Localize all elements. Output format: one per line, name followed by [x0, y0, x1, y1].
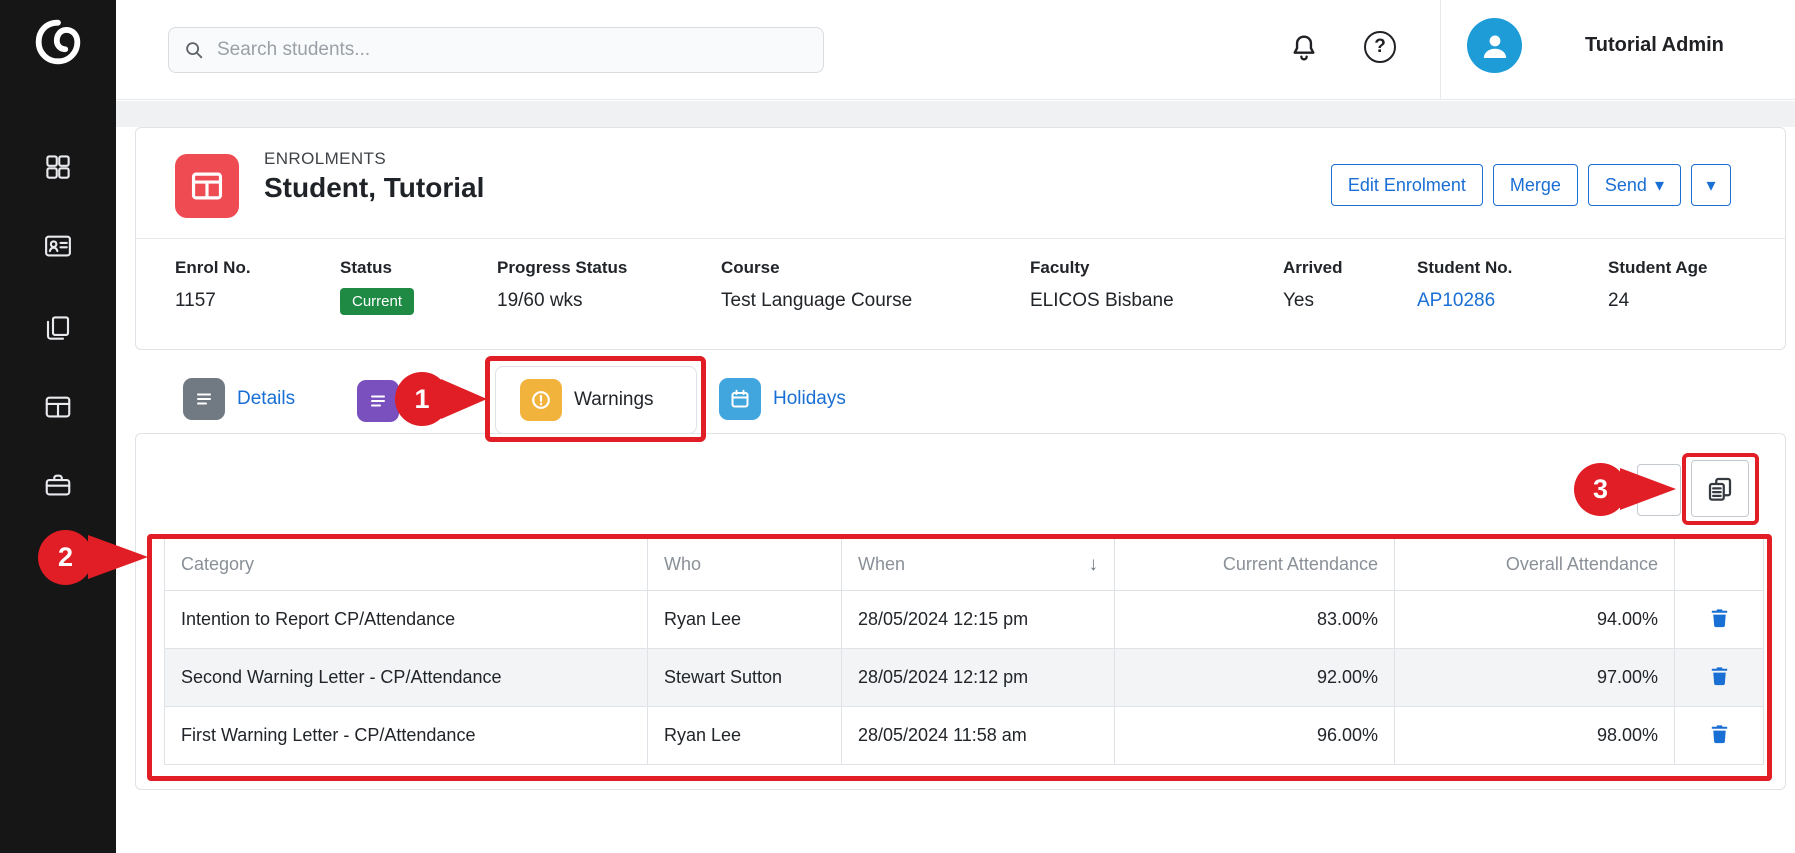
dashboard-icon[interactable]: [38, 147, 78, 187]
column-header-who[interactable]: Who: [648, 539, 842, 591]
column-header-current-attendance[interactable]: Current Attendance: [1115, 539, 1395, 591]
hidden-toolbar-button[interactable]: [1637, 464, 1681, 516]
help-mark: ?: [1374, 36, 1386, 58]
tab-hidden-purple[interactable]: [357, 380, 399, 422]
cell-who: Ryan Lee: [648, 591, 842, 649]
enrolment-actions: Edit Enrolment Merge Send▾ ▾: [1331, 164, 1731, 206]
sidebar: [0, 0, 116, 853]
enrolments-red-icon: [175, 154, 239, 218]
cell-category: First Warning Letter - CP/Attendance: [165, 707, 648, 765]
caret-down-icon: ▾: [1655, 175, 1664, 196]
annotation-step-1: 1: [395, 372, 449, 426]
column-header-overall-attendance[interactable]: Overall Attendance: [1395, 539, 1675, 591]
trash-icon: [1708, 664, 1731, 687]
send-button[interactable]: Send▾: [1588, 164, 1681, 206]
trash-icon: [1708, 606, 1731, 629]
user-name: Tutorial Admin: [1585, 34, 1724, 57]
notifications-bell-icon[interactable]: [1288, 32, 1320, 64]
delete-warning-button[interactable]: [1708, 664, 1731, 687]
cell-current-attendance: 92.00%: [1115, 649, 1395, 707]
cell-who: Ryan Lee: [648, 707, 842, 765]
cell-current-attendance: 96.00%: [1115, 707, 1395, 765]
copy-export-button[interactable]: [1691, 460, 1749, 517]
page-title: Student, Tutorial: [264, 172, 484, 204]
toolbox-icon[interactable]: [38, 465, 78, 505]
tab-warnings[interactable]: Warnings: [495, 366, 697, 434]
student-no-link[interactable]: AP10286: [1417, 290, 1495, 312]
table-row: Intention to Report CP/Attendance Ryan L…: [165, 591, 1764, 649]
column-header-actions: [1675, 539, 1764, 591]
column-header-category[interactable]: Category: [165, 539, 648, 591]
card-divider: [136, 238, 1785, 239]
top-bar: ? Tutorial Admin: [116, 0, 1795, 100]
more-actions-dropdown-button[interactable]: ▾: [1691, 164, 1731, 206]
cell-category: Second Warning Letter - CP/Attendance: [165, 649, 648, 707]
table-row: Second Warning Letter - CP/Attendance St…: [165, 649, 1764, 707]
cell-category: Intention to Report CP/Attendance: [165, 591, 648, 649]
header-divider: [1440, 0, 1441, 100]
caret-down-icon: ▾: [1706, 175, 1715, 196]
cell-who: Stewart Sutton: [648, 649, 842, 707]
enrolments-nav-icon[interactable]: [38, 387, 78, 427]
table-header-row: Category Who When↓ Current Attendance Ov…: [165, 539, 1764, 591]
copy-icon: [1705, 474, 1735, 504]
warnings-table: Category Who When↓ Current Attendance Ov…: [164, 538, 1764, 765]
holidays-tab-icon: [719, 378, 761, 420]
tab-details[interactable]: Details: [183, 378, 295, 420]
enrolment-card: ENROLMENTS Student, Tutorial Edit Enrolm…: [135, 127, 1786, 350]
students-icon[interactable]: [38, 226, 78, 266]
trash-icon: [1708, 722, 1731, 745]
column-header-when[interactable]: When↓: [842, 539, 1115, 591]
logo-swirl-icon: [29, 13, 87, 71]
tab-holidays[interactable]: Holidays: [719, 378, 846, 420]
edit-enrolment-button[interactable]: Edit Enrolment: [1331, 164, 1483, 206]
documents-icon[interactable]: [38, 308, 78, 348]
app-logo[interactable]: [26, 10, 90, 74]
sort-desc-icon: ↓: [1089, 554, 1099, 576]
cell-when: 28/05/2024 12:12 pm: [842, 649, 1115, 707]
person-icon: [1477, 28, 1513, 64]
cell-current-attendance: 83.00%: [1115, 591, 1395, 649]
user-avatar[interactable]: [1467, 18, 1522, 73]
cell-overall-attendance: 98.00%: [1395, 707, 1675, 765]
table-row: First Warning Letter - CP/Attendance Rya…: [165, 707, 1764, 765]
annotation-arrow-1: [441, 379, 487, 419]
delete-warning-button[interactable]: [1708, 722, 1731, 745]
purple-tab-icon: [357, 380, 399, 422]
cell-when: 28/05/2024 12:15 pm: [842, 591, 1115, 649]
search-input[interactable]: [217, 39, 809, 61]
cell-when: 28/05/2024 11:58 am: [842, 707, 1115, 765]
search-icon: [183, 39, 205, 61]
status-badge: Current: [340, 288, 414, 315]
app-window: ? Tutorial Admin ENROLMENTS Student, Tut…: [0, 0, 1795, 853]
help-icon[interactable]: ?: [1364, 31, 1396, 63]
search-box: [168, 27, 824, 73]
warnings-tab-icon: [520, 379, 562, 421]
delete-warning-button[interactable]: [1708, 606, 1731, 629]
cell-overall-attendance: 97.00%: [1395, 649, 1675, 707]
merge-button[interactable]: Merge: [1493, 164, 1578, 206]
content-top-strip: [116, 101, 1795, 127]
details-tab-icon: [183, 378, 225, 420]
cell-overall-attendance: 94.00%: [1395, 591, 1675, 649]
breadcrumb-section-label: ENROLMENTS: [264, 149, 386, 169]
